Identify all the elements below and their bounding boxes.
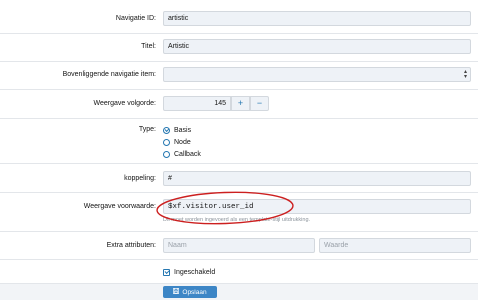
row-title: Titel: Artistic (0, 34, 478, 62)
row-link: koppeling: # (0, 164, 478, 193)
increment-button[interactable]: + (231, 96, 250, 111)
radio-node[interactable]: Node (163, 137, 191, 147)
row-display-order: Weergave volgorde: 145 + − (0, 90, 478, 119)
row-parent-nav: Bovenliggende navigatie item: ▴ ▾ (0, 62, 478, 90)
save-button-label: Opslaan (182, 288, 207, 296)
row-display-condition: Weergave voorwaarde: $xf.visitor.user_id… (0, 193, 478, 232)
attribute-value-input[interactable]: Waarde (319, 238, 471, 253)
display-condition-input[interactable]: $xf.visitor.user_id (163, 199, 471, 214)
select-arrows-icon: ▴ ▾ (463, 69, 467, 80)
parent-nav-select[interactable]: ▴ ▾ (163, 67, 471, 82)
form-footer: Opslaan (0, 283, 478, 300)
radio-basis-label: Basis (174, 126, 192, 134)
decrement-button[interactable]: − (250, 96, 269, 111)
display-condition-hint: Dit moet worden ingevoerd als een templa… (163, 217, 311, 223)
display-order-label: Weergave volgorde: (93, 100, 156, 107)
title-input[interactable]: Artistic (163, 39, 471, 54)
radio-icon[interactable] (163, 150, 170, 158)
row-extra-attributes: Extra attributen: Naam Waarde (0, 232, 478, 260)
attribute-name-placeholder: Naam (168, 242, 187, 249)
radio-icon[interactable] (163, 138, 170, 146)
radio-basis[interactable]: Basis (163, 125, 191, 135)
navigation-edit-form: Navigatie ID: artistic Titel: Artistic B… (0, 0, 478, 300)
row-type: Type: Basis Node Callback (0, 119, 478, 164)
parent-nav-label: Bovenliggende navigatie item: (62, 71, 156, 78)
nav-id-label: Navigatie ID: (115, 15, 156, 22)
save-icon (173, 287, 180, 296)
link-label: koppeling: (124, 175, 156, 182)
attribute-value-placeholder: Waarde (324, 242, 349, 249)
title-label: Titel: (141, 43, 156, 50)
radio-callback-label: Callback (174, 150, 201, 158)
row-nav-id: Navigatie ID: artistic (0, 0, 478, 34)
radio-node-label: Node (174, 138, 191, 146)
nav-id-input[interactable]: artistic (163, 11, 471, 26)
save-button[interactable]: Opslaan (163, 286, 217, 298)
display-condition-label: Weergave voorwaarde: (83, 203, 156, 210)
attribute-name-input[interactable]: Naam (163, 238, 315, 253)
checkbox-checked-icon[interactable] (163, 268, 170, 276)
type-label: Type: (138, 126, 156, 133)
extra-attributes-label: Extra attributen: (106, 242, 156, 249)
link-input[interactable]: # (163, 171, 471, 186)
enabled-checkbox-row[interactable]: Ingeschakeld (163, 267, 215, 277)
row-enabled: Ingeschakeld (0, 260, 478, 283)
radio-callback[interactable]: Callback (163, 149, 201, 159)
display-order-input[interactable]: 145 (163, 96, 231, 111)
radio-checked-icon[interactable] (163, 126, 170, 134)
enabled-label: Ingeschakeld (174, 268, 216, 276)
